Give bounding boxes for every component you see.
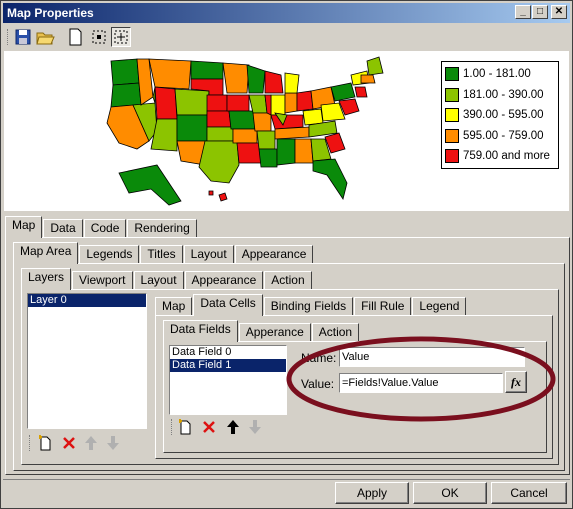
move-up-icon[interactable] [225,419,241,435]
maximize-button[interactable]: □ [532,5,548,19]
usa-choropleth-map [106,56,384,206]
name-label: Name: [301,351,337,365]
tab-viewport[interactable]: Viewport [72,271,133,290]
map-preview: 1.00 - 181.00 181.00 - 390.00 390.00 - 5… [4,51,569,211]
legend-swatch [445,128,459,143]
main-tabs: Map Data Code Rendering [5,216,198,238]
list-item[interactable]: Data Field 1 [170,359,286,372]
toolbar-grip [29,435,32,451]
tab-data-fields[interactable]: Data Fields [163,320,238,342]
move-down-icon[interactable] [247,419,263,435]
legend-swatch [445,87,459,102]
toolbar-grip [171,419,174,435]
tab-layout[interactable]: Layout [133,271,184,290]
toolbar-grip [7,29,10,45]
legend-label: 759.00 and more [463,150,550,163]
tab-map-area[interactable]: Map Area [13,242,79,264]
tab-code[interactable]: Code [83,219,127,238]
layers-list[interactable]: Layer 0 [27,293,147,429]
legend-swatch [445,67,459,82]
tab-titles[interactable]: Titles [140,245,183,264]
move-down-icon[interactable] [105,435,121,451]
title-bar: Map Properties [3,3,570,23]
save-icon[interactable] [13,27,33,47]
add-layer-icon[interactable] [37,435,53,451]
apply-button[interactable]: Apply [335,482,409,504]
tab-appearance[interactable]: Appearance [184,271,264,290]
delete-field-icon[interactable] [201,419,217,435]
value-label: Value: [301,377,335,391]
name-field[interactable]: Value [339,347,525,367]
tab-layer-map[interactable]: Map [155,297,193,316]
select-icon[interactable] [89,27,109,47]
legend-swatch [445,149,459,164]
tab-rendering[interactable]: Rendering [127,219,197,238]
data-fields-toolbar [169,417,287,439]
tab-action[interactable]: Action [264,271,312,290]
open-folder-icon[interactable] [35,27,55,47]
legend-label: 595.00 - 759.00 [463,129,544,142]
tab-data[interactable]: Data [43,219,83,238]
new-page-icon[interactable] [65,27,85,47]
delete-layer-icon[interactable] [61,435,77,451]
tab-legends[interactable]: Legends [79,245,140,264]
add-field-icon[interactable] [177,419,193,435]
cancel-button[interactable]: Cancel [491,482,567,504]
value-field[interactable]: =Fields!Value.Value [339,373,503,393]
map-area-tabs: Map Area Legends Titles Layout Appearanc… [13,242,314,264]
map-legend: 1.00 - 181.00 181.00 - 390.00 390.00 - 5… [441,61,559,169]
tab-cell-action[interactable]: Action [311,323,360,342]
data-fields-list[interactable]: Data Field 0 Data Field 1 [169,345,287,415]
tab-apperance[interactable]: Apperance [238,323,311,342]
tab-binding-fields[interactable]: Binding Fields [263,297,354,316]
legend-item: 181.00 - 390.00 [445,85,555,106]
window-title: Map Properties [7,6,94,20]
move-up-icon[interactable] [83,435,99,451]
legend-item: 595.00 - 759.00 [445,126,555,147]
legend-swatch [445,108,459,123]
tab-legend[interactable]: Legend [412,297,467,316]
legend-label: 390.00 - 595.00 [463,109,544,122]
layers-toolbar [27,433,147,455]
legend-item: 759.00 and more [445,146,555,167]
tab-fill-rule[interactable]: Fill Rule [354,297,412,316]
legend-label: 181.00 - 390.00 [463,88,544,101]
map-properties-window: Map Properties _ □ ✕ 1.00 - 181.00 181.0… [0,0,573,509]
legend-item: 390.00 - 595.00 [445,105,555,126]
tab-data-cells[interactable]: Data Cells [193,294,263,316]
tab-map[interactable]: Map [5,216,43,238]
toolbar [3,25,570,49]
close-button[interactable]: ✕ [551,5,567,19]
tab-layers[interactable]: Layers [21,268,72,290]
layer-section-tabs: Layers Viewport Layout Appearance Action [21,268,313,290]
ok-button[interactable]: OK [413,482,487,504]
list-item[interactable]: Data Field 0 [170,346,286,359]
tab-appearance[interactable]: Appearance [234,245,314,264]
legend-item: 1.00 - 181.00 [445,64,555,85]
zoom-extent-icon[interactable] [111,27,131,47]
list-item[interactable]: Layer 0 [28,294,146,307]
minimize-button[interactable]: _ [515,5,531,19]
expression-builder-button[interactable]: fx [505,371,527,393]
tab-layout[interactable]: Layout [183,245,234,264]
layer-property-tabs: Map Data Cells Binding Fields Fill Rule … [155,294,467,316]
data-cell-tabs: Data Fields Apperance Action [163,320,360,342]
legend-label: 1.00 - 181.00 [463,68,531,81]
